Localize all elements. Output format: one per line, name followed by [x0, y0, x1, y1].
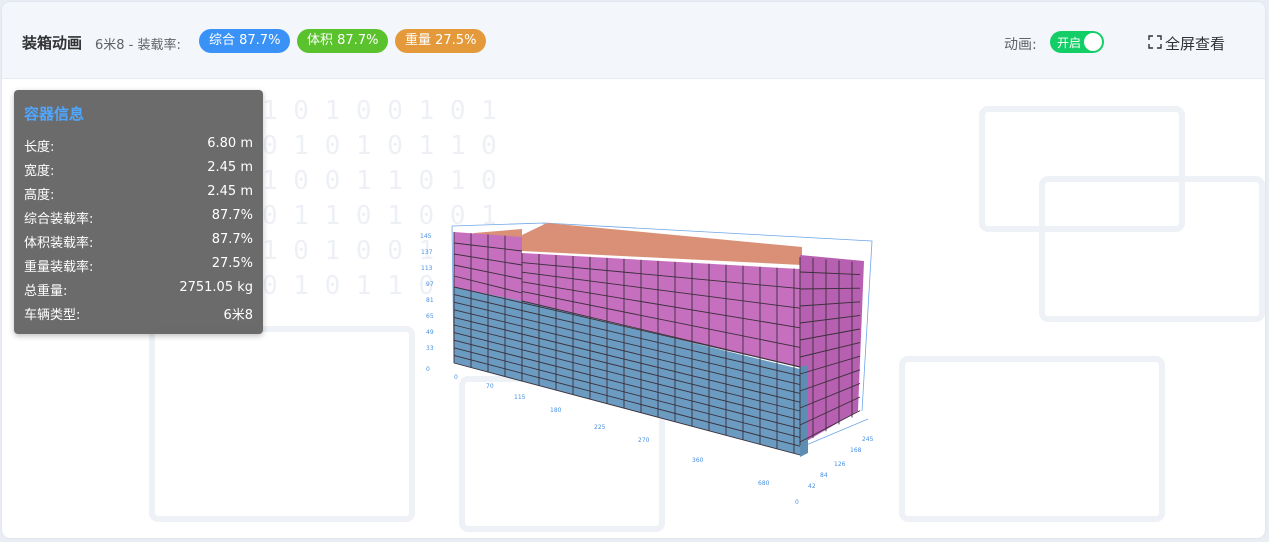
pink-boxes-side	[800, 255, 864, 445]
svg-text:113: 113	[421, 265, 433, 272]
svg-text:97: 97	[426, 281, 434, 288]
svg-text:70: 70	[486, 383, 494, 390]
svg-text:115: 115	[514, 394, 526, 401]
info-label: 体积装载率:	[24, 236, 94, 251]
info-label: 宽度:	[24, 164, 55, 179]
info-label: 长度:	[24, 140, 55, 155]
info-label: 综合装载率:	[24, 212, 94, 227]
svg-text:49: 49	[426, 329, 434, 336]
overall-rate-badge: 综合 87.7%	[199, 29, 291, 53]
svg-text:81: 81	[426, 297, 434, 304]
info-value: 6米8	[223, 308, 253, 323]
info-value: 87.7%	[211, 232, 253, 247]
svg-text:0: 0	[426, 366, 430, 373]
info-row-height: 高度: 2.45 m	[24, 184, 253, 204]
fullscreen-label: 全屏查看	[1165, 35, 1226, 53]
header-bar: 装箱动画 6米8 - 装载率: 综合 87.7% 体积 87.7% 重量 27.…	[2, 2, 1265, 79]
svg-text:137: 137	[421, 249, 433, 256]
volume-rate-badge: 体积 87.7%	[297, 29, 389, 53]
animation-toggle[interactable]: 开启	[1050, 31, 1104, 53]
svg-text:33: 33	[426, 345, 434, 352]
toggle-knob	[1084, 33, 1102, 51]
svg-text:360: 360	[692, 457, 704, 464]
svg-text:0: 0	[454, 374, 458, 381]
info-label: 高度:	[24, 188, 55, 203]
info-row-vehicle-type: 车辆类型: 6米8	[24, 304, 253, 324]
info-label: 车辆类型:	[24, 308, 81, 323]
info-row-width: 宽度: 2.45 m	[24, 160, 253, 180]
info-panel-title: 容器信息	[24, 105, 85, 123]
page-title: 装箱动画	[22, 34, 83, 52]
svg-text:126: 126	[834, 461, 846, 468]
info-row-length: 长度: 6.80 m	[24, 136, 253, 156]
info-row-volume-rate: 体积装载率: 87.7%	[24, 232, 253, 252]
svg-text:84: 84	[820, 472, 828, 479]
info-row-overall-rate: 综合装载率: 87.7%	[24, 208, 253, 228]
svg-text:168: 168	[850, 447, 862, 454]
fullscreen-button[interactable]: 全屏查看	[1148, 33, 1225, 54]
svg-text:180: 180	[550, 407, 562, 414]
svg-text:225: 225	[594, 424, 606, 431]
info-label: 重量装载率:	[24, 260, 94, 275]
weight-rate-badge: 重量 27.5%	[395, 29, 487, 53]
info-value: 87.7%	[211, 208, 253, 223]
info-row-total-weight: 总重量: 2751.05 kg	[24, 280, 253, 300]
animation-label: 动画:	[1004, 37, 1037, 53]
expand-icon	[1148, 34, 1162, 53]
container-info-panel: 容器信息 长度: 6.80 m 宽度: 2.45 m 高度: 2.45 m 综合…	[14, 90, 263, 334]
info-value: 27.5%	[211, 256, 253, 271]
info-value: 6.80 m	[207, 136, 253, 151]
info-value: 2.45 m	[207, 184, 253, 199]
info-row-weight-rate: 重量装载率: 27.5%	[24, 256, 253, 276]
packing-animation-card: 装箱动画 6米8 - 装载率: 综合 87.7% 体积 87.7% 重量 27.…	[2, 2, 1265, 538]
svg-text:245: 245	[862, 436, 874, 443]
info-value: 2751.05 kg	[179, 280, 253, 295]
info-value: 2.45 m	[207, 160, 253, 175]
svg-text:0: 0	[795, 499, 799, 506]
toggle-state-text: 开启	[1057, 36, 1082, 50]
svg-text:65: 65	[426, 313, 434, 320]
info-label: 总重量:	[24, 284, 68, 299]
load-rate-label: 6米8 - 装载率:	[95, 38, 181, 53]
svg-text:145: 145	[420, 233, 432, 240]
svg-text:680: 680	[758, 480, 770, 487]
svg-text:270: 270	[638, 437, 650, 444]
svg-text:42: 42	[808, 483, 816, 490]
